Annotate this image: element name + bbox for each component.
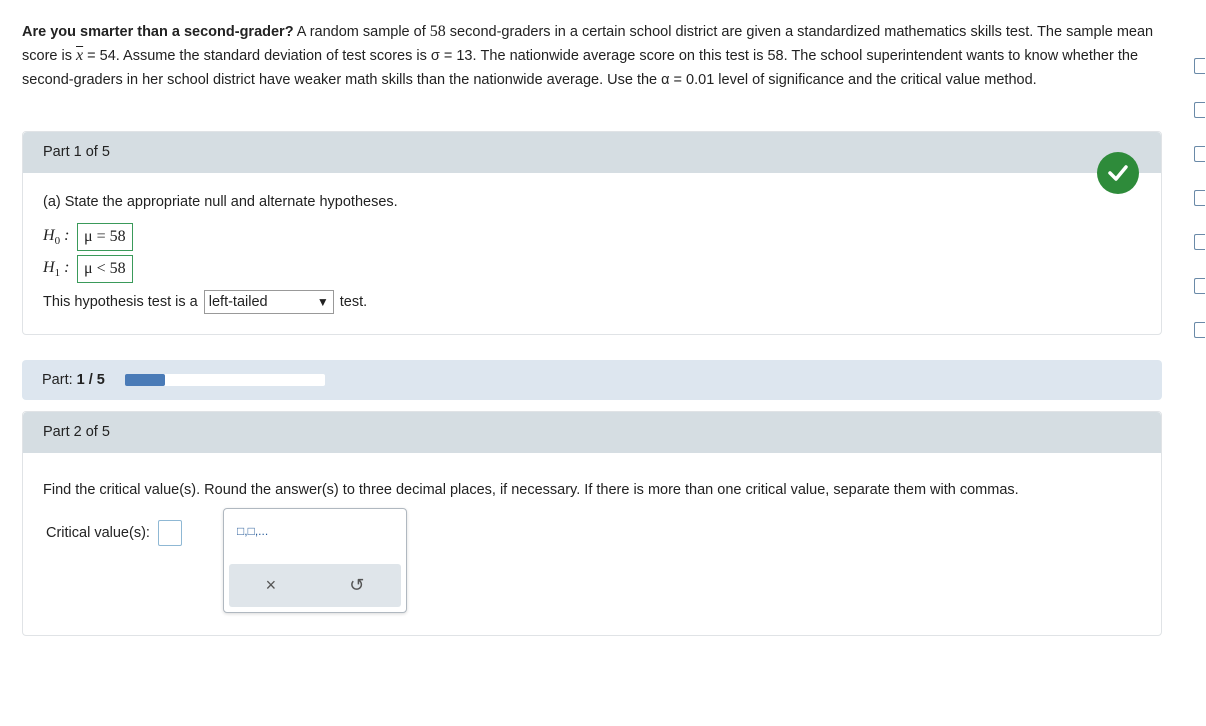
h1-answer-field[interactable]: μ < 58 [77,255,133,283]
side-tool-2-icon[interactable] [1194,102,1205,118]
null-hypothesis-row: H0 : μ = 58 [43,222,398,252]
critical-value-input[interactable] [157,520,182,546]
intro-text-1: A random sample of [293,24,430,40]
part-progress: Part: 1 / 5 [22,360,1162,400]
problem-statement: Are you smarter than a second-grader? A … [22,20,1162,92]
progress-track [124,374,325,386]
part1-panel: Part 1 of 5 (a) State the appropriate nu… [22,131,1162,335]
part1-header: Part 1 of 5 [23,132,1161,173]
h0-answer-field[interactable]: μ = 58 [77,223,133,251]
palette-actions: × ↺ [229,564,401,607]
problem-title: Are you smarter than a second-grader? [22,24,294,40]
part2-question: Find the critical value(s). Round the an… [43,482,1019,498]
side-toolbar [1194,58,1206,366]
intro-text-3: = 54. Assume the standard deviation of t… [22,48,1139,88]
clear-icon[interactable]: × [266,575,277,596]
test-type-row: This hypothesis test is a left-tailed ▼ … [43,290,398,314]
math-palette: □,□,... × ↺ [223,508,407,613]
correct-check-icon [1097,152,1139,194]
test-type-select[interactable]: left-tailed ▼ [203,290,334,314]
h0-label: H0 : [43,226,70,248]
side-tool-5-icon[interactable] [1194,234,1205,250]
h1-label: H1 : [43,258,70,280]
test-type-prefix: This hypothesis test is a [43,294,198,310]
list-template-icon[interactable]: □,□,... [237,524,268,538]
part2-header: Part 2 of 5 [23,412,1161,453]
part1-question: (a) State the appropriate null and alter… [43,194,398,210]
progress-value: 1 / 5 [76,372,105,388]
progress-fill [124,374,165,386]
undo-icon[interactable]: ↺ [349,575,364,596]
side-tool-1-icon[interactable] [1194,58,1205,74]
test-type-suffix: test. [339,294,368,310]
dropdown-arrow-icon: ▼ [316,295,329,309]
alt-hypothesis-row: H1 : μ < 58 [43,254,398,284]
test-type-selected: left-tailed [208,294,268,310]
critical-value-label: Critical value(s): [46,525,150,541]
side-tool-4-icon[interactable] [1194,190,1205,206]
side-tool-6-icon[interactable] [1194,278,1205,294]
side-tool-3-icon[interactable] [1194,146,1205,162]
critical-value-row: Critical value(s): [46,520,1143,546]
part2-panel: Part 2 of 5 Find the critical value(s). … [22,411,1162,636]
progress-label: Part: 1 / 5 [42,372,105,388]
sample-size: 58 [429,23,446,40]
side-tool-7-icon[interactable] [1194,322,1205,338]
